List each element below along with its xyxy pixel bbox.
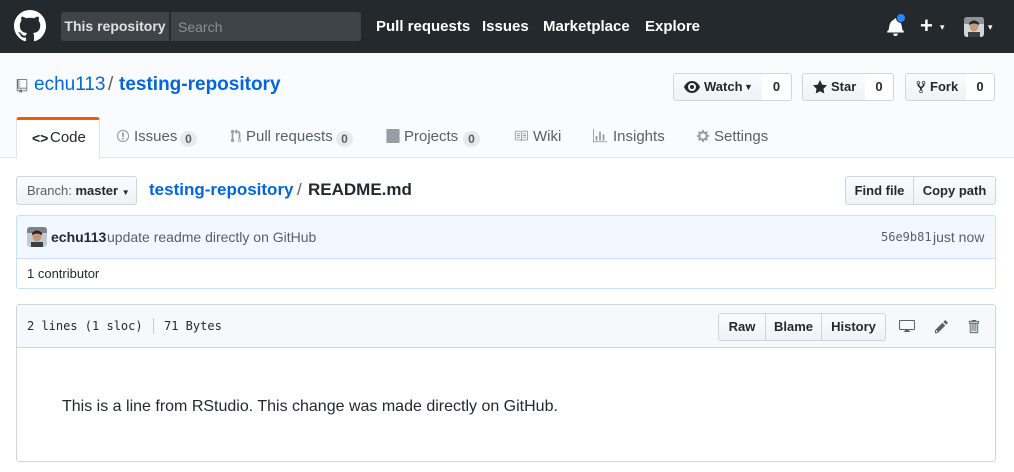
user-avatar[interactable] [964,17,984,37]
tab-wiki[interactable]: Wiki [513,117,563,158]
code-icon: <> [32,130,49,146]
tab-projects[interactable]: Projects 0 [386,117,486,158]
nav-explore[interactable]: Explore [645,18,700,35]
breadcrumb-file-name: README.md [308,180,412,199]
repo-icon [16,79,28,93]
pencil-icon[interactable] [934,319,949,334]
file-line-count: 2 lines (1 sloc) [27,319,143,333]
graph-icon [593,129,607,143]
gear-icon [696,129,710,143]
search-scope-label[interactable]: This repository [61,12,170,41]
tab-issues-label: Issues [134,128,178,145]
search-input[interactable] [171,12,361,41]
unread-notification-dot [896,13,906,23]
book-icon [514,130,528,142]
watch-button[interactable]: Watch ▼ [673,73,763,101]
create-new-caret-icon[interactable]: ▾ [940,22,945,33]
nav-issues[interactable]: Issues [482,18,529,35]
git-pull-request-icon [230,129,242,143]
trash-icon[interactable] [967,319,980,334]
branch-prefix: Branch: [27,183,72,198]
contributors-count[interactable]: 1 contributor [16,258,996,289]
fork-label: Fork [930,79,959,94]
repo-owner-link[interactable]: echu113 [34,74,106,96]
file-viewer: 2 lines (1 sloc) 71 Bytes Raw Blame Hist… [16,304,996,462]
projects-count-badge: 0 [463,131,480,147]
github-logo-icon[interactable] [14,10,46,42]
branch-selector[interactable]: Branch: master ▼ [16,176,137,205]
tab-settings[interactable]: Settings [696,117,776,158]
issues-count-badge: 0 [180,131,197,147]
fork-icon [916,80,926,94]
readme-content: This is a line from RStudio. This change… [62,398,558,415]
file-size: 71 Bytes [164,319,222,333]
copy-path-button[interactable]: Copy path [913,176,996,205]
commit-author-avatar[interactable] [27,227,47,247]
watch-count[interactable]: 0 [762,73,792,101]
repo-name-link[interactable]: testing-repository [119,74,281,96]
latest-commit-bar: echu113 update readme directly on GitHub… [16,215,996,259]
star-icon [813,80,827,94]
eye-icon [684,81,700,93]
branch-name: master [75,183,119,198]
star-button[interactable]: Star [802,73,866,101]
breadcrumb-separator: / [297,180,302,199]
pull-requests-count-badge: 0 [336,131,353,147]
tab-wiki-label: Wiki [533,128,562,145]
commit-sha-link[interactable]: 56e9b81 [881,230,932,244]
fork-count[interactable]: 0 [966,73,995,101]
blame-button[interactable]: Blame [765,313,822,341]
tab-issues[interactable]: Issues 0 [116,117,206,158]
create-new-plus-icon[interactable]: + [920,13,933,39]
star-label: Star [831,79,857,94]
commit-author-link[interactable]: echu113 [51,229,106,245]
tab-code-label: Code [50,129,86,146]
tab-insights-label: Insights [613,128,665,145]
star-count[interactable]: 0 [865,73,894,101]
find-file-button[interactable]: Find file [845,176,914,205]
top-navigation: This repository Pull requests Issues Mar… [0,0,1014,53]
tab-code[interactable]: <> Code [16,117,100,159]
file-header: 2 lines (1 sloc) 71 Bytes Raw Blame Hist… [17,305,995,348]
tab-pull-requests[interactable]: Pull requests 0 [230,117,360,158]
issue-opened-icon [116,129,130,143]
repo-title-separator: / [108,74,114,95]
fork-button[interactable]: Fork [905,73,967,101]
watch-label: Watch [704,79,743,94]
commit-message-link[interactable]: update readme directly on GitHub [107,229,316,245]
branch-caret-icon: ▼ [121,188,130,197]
watch-caret-icon: ▼ [744,82,753,92]
nav-pull-requests[interactable]: Pull requests [376,18,470,35]
tab-settings-label: Settings [714,128,769,145]
nav-marketplace[interactable]: Marketplace [543,18,630,35]
commit-timestamp: just now [933,229,985,245]
tab-pull-requests-label: Pull requests [246,128,333,145]
breadcrumb-repo-link[interactable]: testing-repository [149,180,294,200]
user-menu-caret-icon[interactable]: ▾ [988,22,993,33]
tab-projects-label: Projects [404,128,459,145]
raw-button[interactable]: Raw [718,313,766,341]
file-info-divider [153,318,154,334]
history-button[interactable]: History [821,313,886,341]
project-icon [386,129,400,143]
desktop-icon[interactable] [899,319,915,333]
tab-insights[interactable]: Insights [593,117,668,158]
